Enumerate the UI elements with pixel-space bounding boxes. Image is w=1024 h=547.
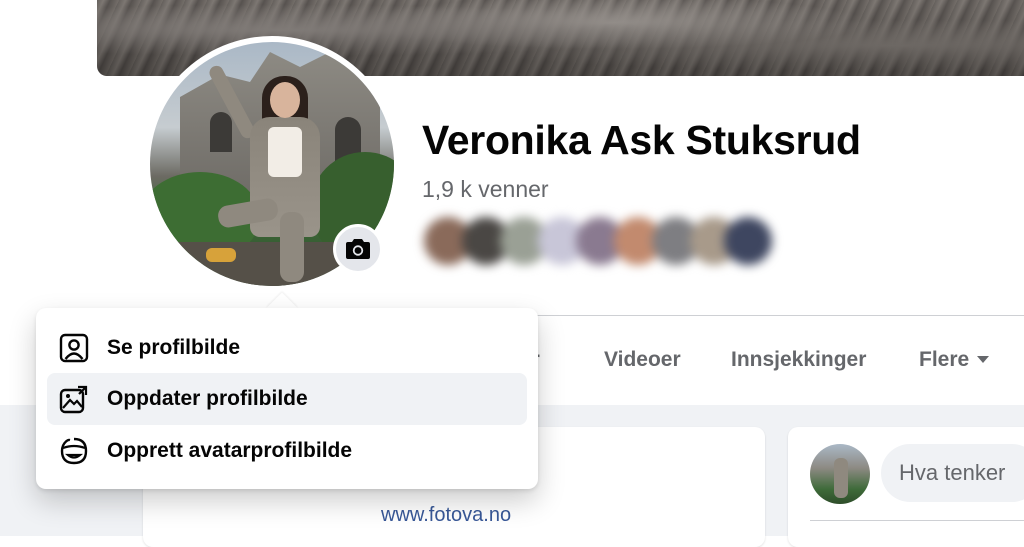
camera-icon [346,239,370,259]
tab-more[interactable]: Flere [919,348,990,372]
menu-item-update-profile-picture[interactable]: Oppdater profilbilde [47,373,527,425]
friend-avatars[interactable] [424,217,772,269]
menu-item-label: Opprett avatarprofilbilde [107,439,353,462]
composer-input[interactable]: Hva tenker [881,444,1024,502]
composer-divider [810,520,1024,521]
website-link[interactable]: www.fotova.no [381,504,511,527]
image-edit-icon [58,383,90,415]
friends-count[interactable]: 1,9 k venner [422,176,549,203]
menu-item-label: Oppdater profilbilde [107,387,308,410]
composer-avatar[interactable] [810,444,870,504]
menu-item-view-profile-picture[interactable]: Se profilbilde [47,322,527,374]
profile-picture-menu: Se profilbilde Oppdater profilbilde Oppr… [36,308,538,489]
tab-videos[interactable]: Videoer [604,348,681,372]
avatar-face-icon [58,435,90,467]
user-portrait-icon [58,332,90,364]
tab-more-label: Flere [919,348,970,371]
menu-item-create-avatar-profile-picture[interactable]: Opprett avatarprofilbilde [47,425,527,477]
menu-item-label: Se profilbilde [107,336,241,359]
update-photo-button[interactable] [333,224,383,274]
profile-name: Veronika Ask Stuksrud [422,117,861,163]
tab-checkins[interactable]: Innsjekkinger [731,348,866,372]
caret-down-icon [977,356,990,363]
